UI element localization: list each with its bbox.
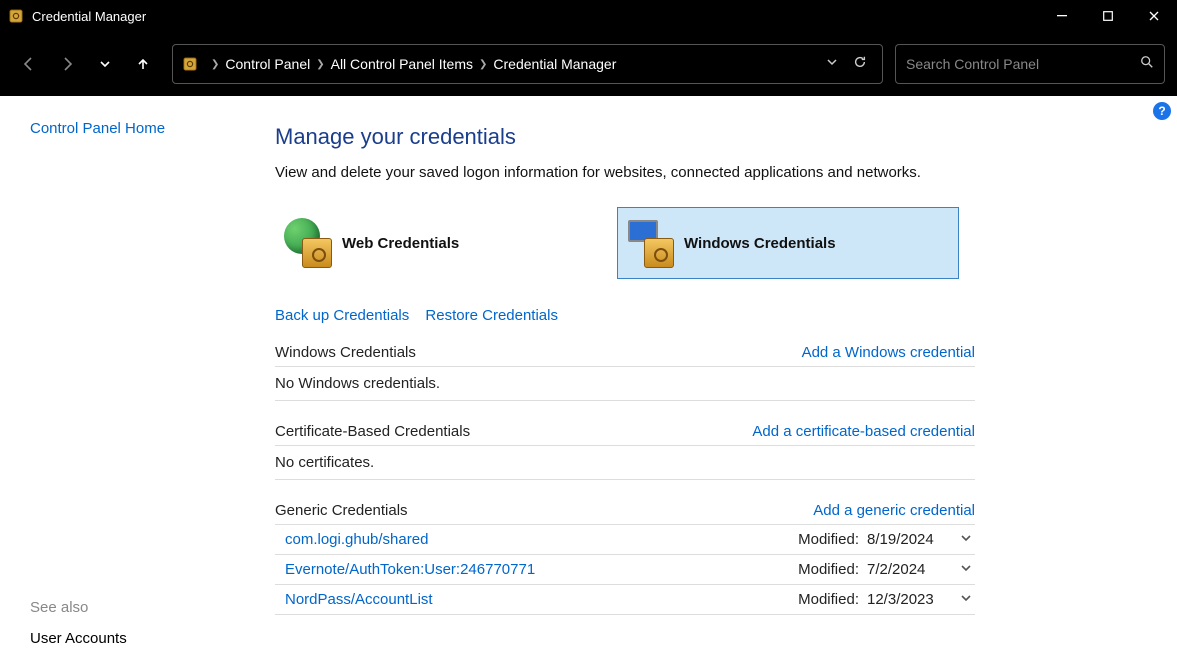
generic-credentials-list: com.logi.ghub/shared Modified: 8/19/2024 Ev… (275, 525, 975, 615)
maximize-button[interactable] (1085, 0, 1131, 32)
add-generic-credential-link[interactable]: Add a generic credential (813, 502, 975, 519)
search-input[interactable] (906, 56, 1134, 72)
chevron-right-icon[interactable]: ❯ (316, 59, 324, 70)
breadcrumb-seg-control-panel[interactable]: Control Panel (225, 56, 310, 72)
section-head-cert: Certificate-Based Credentials Add a cert… (275, 423, 975, 446)
chevron-down-icon[interactable] (957, 591, 975, 608)
breadcrumb-seg-credential-manager[interactable]: Credential Manager (493, 56, 616, 72)
nav-bar: ❯ Control Panel ❯ All Control Panel Item… (0, 32, 1177, 96)
minimize-button[interactable] (1039, 0, 1085, 32)
back-button[interactable] (12, 47, 46, 81)
title-bar: Credential Manager (0, 0, 1177, 32)
credential-actions: Back up Credentials Restore Credentials (275, 307, 975, 324)
add-windows-credential-link[interactable]: Add a Windows credential (802, 344, 975, 361)
recent-locations-button[interactable] (88, 47, 122, 81)
help-button[interactable]: ? (1153, 102, 1171, 120)
page-subtitle: View and delete your saved logon informa… (275, 164, 975, 181)
address-dropdown-button[interactable] (818, 55, 846, 73)
web-credentials-icon (284, 218, 334, 268)
breadcrumb-seg-all-items[interactable]: All Control Panel Items (331, 56, 473, 72)
credential-name: NordPass/AccountList (285, 591, 433, 608)
modified-date: 12/3/2023 (867, 591, 947, 608)
chevron-right-icon[interactable]: ❯ (211, 59, 219, 70)
modified-label: Modified: (798, 591, 859, 608)
refresh-button[interactable] (846, 55, 874, 74)
up-button[interactable] (126, 47, 160, 81)
forward-button[interactable] (50, 47, 84, 81)
modified-date: 7/2/2024 (867, 561, 947, 578)
modified-date: 8/19/2024 (867, 531, 947, 548)
address-bar[interactable]: ❯ Control Panel ❯ All Control Panel Item… (172, 44, 883, 84)
tab-web-label: Web Credentials (342, 235, 459, 252)
search-box[interactable] (895, 44, 1165, 84)
windows-credentials-icon (626, 218, 676, 268)
chevron-down-icon[interactable] (957, 561, 975, 578)
section-title-generic: Generic Credentials (275, 502, 408, 519)
add-cert-credential-link[interactable]: Add a certificate-based credential (752, 423, 975, 440)
sidebar: Control Panel Home See also User Account… (0, 96, 255, 663)
restore-credentials-link[interactable]: Restore Credentials (425, 307, 558, 324)
modified-label: Modified: (798, 561, 859, 578)
control-panel-home-link[interactable]: Control Panel Home (30, 120, 235, 137)
content-area: ? Control Panel Home See also User Accou… (0, 96, 1177, 663)
app-icon (8, 8, 24, 24)
location-icon (181, 55, 199, 73)
backup-credentials-link[interactable]: Back up Credentials (275, 307, 409, 324)
section-title-windows: Windows Credentials (275, 344, 416, 361)
page-heading: Manage your credentials (275, 124, 975, 150)
credential-row[interactable]: com.logi.ghub/shared Modified: 8/19/2024 (275, 525, 975, 555)
see-also-label: See also (30, 599, 235, 616)
section-head-windows: Windows Credentials Add a Windows creden… (275, 344, 975, 367)
credential-row[interactable]: Evernote/AuthToken:User:246770771 Modifie… (275, 555, 975, 585)
windows-credentials-empty: No Windows credentials. (275, 367, 975, 401)
credential-type-tabs: Web Credentials Windows Credentials (275, 207, 975, 279)
chevron-down-icon[interactable] (957, 531, 975, 548)
credential-name: com.logi.ghub/shared (285, 531, 428, 548)
tab-web-credentials[interactable]: Web Credentials (275, 207, 617, 279)
cert-credentials-empty: No certificates. (275, 446, 975, 480)
search-icon[interactable] (1140, 55, 1154, 74)
credential-name: Evernote/AuthToken:User:246770771 (285, 561, 535, 578)
chevron-right-icon[interactable]: ❯ (479, 59, 487, 70)
close-button[interactable] (1131, 0, 1177, 32)
tab-windows-credentials[interactable]: Windows Credentials (617, 207, 959, 279)
tab-win-label: Windows Credentials (684, 235, 836, 252)
credential-row[interactable]: NordPass/AccountList Modified: 12/3/2023 (275, 585, 975, 615)
user-accounts-link[interactable]: User Accounts (30, 630, 235, 647)
modified-label: Modified: (798, 531, 859, 548)
main-panel: Manage your credentials View and delete … (255, 96, 995, 663)
window-title: Credential Manager (32, 9, 1039, 24)
section-head-generic: Generic Credentials Add a generic creden… (275, 502, 975, 525)
section-title-cert: Certificate-Based Credentials (275, 423, 470, 440)
